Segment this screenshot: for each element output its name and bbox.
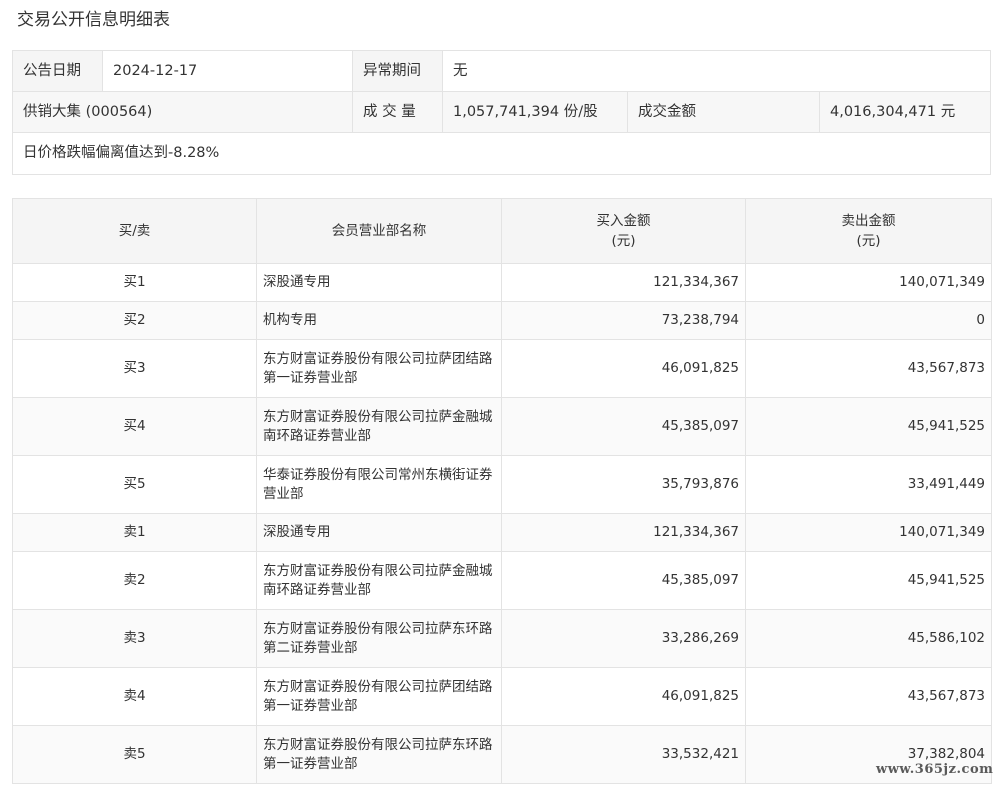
- table-header-row: 买/卖 会员营业部名称 买入金额 (元) 卖出金额 (元): [12, 198, 992, 264]
- table-row: 卖3 东方财富证券股份有限公司拉萨东环路第二证券营业部 33,286,269 4…: [12, 609, 992, 668]
- row-side: 买2: [12, 301, 257, 340]
- summary-row-stock: 供销大集 (000564) 成 交 量 1,057,741,394 份/股 成交…: [13, 92, 990, 133]
- row-sell-amount: 140,071,349: [745, 513, 992, 552]
- table-row: 买3 东方财富证券股份有限公司拉萨团结路第一证券营业部 46,091,825 4…: [12, 339, 992, 398]
- row-sell-amount: 45,941,525: [745, 397, 992, 456]
- row-buy-amount: 35,793,876: [501, 455, 746, 514]
- announce-date-label: 公告日期: [13, 51, 103, 91]
- row-broker: 东方财富证券股份有限公司拉萨团结路第一证券营业部: [256, 339, 502, 398]
- row-broker: 华泰证券股份有限公司常州东横街证券营业部: [256, 455, 502, 514]
- row-buy-amount: 33,532,421: [501, 725, 746, 784]
- row-broker: 东方财富证券股份有限公司拉萨东环路第二证券营业部: [256, 609, 502, 668]
- table-row: 买5 华泰证券股份有限公司常州东横街证券营业部 35,793,876 33,49…: [12, 455, 992, 514]
- row-side: 卖1: [12, 513, 257, 552]
- row-sell-amount: 140,071,349: [745, 263, 992, 302]
- header-sell-amount: 卖出金额 (元): [745, 198, 992, 264]
- table-row: 买2 机构专用 73,238,794 0: [12, 301, 992, 340]
- amount-value: 4,016,304,471 元: [830, 104, 956, 120]
- row-broker: 东方财富证券股份有限公司拉萨东环路第一证券营业部: [256, 725, 502, 784]
- header-buy-line1: 买入金额: [596, 213, 651, 229]
- header-buy-amount: 买入金额 (元): [501, 198, 746, 264]
- amount-label: 成交金额: [628, 92, 820, 132]
- header-broker: 会员营业部名称: [256, 198, 502, 264]
- row-sell-amount: 33,491,449: [745, 455, 992, 514]
- row-buy-amount: 73,238,794: [501, 301, 746, 340]
- row-broker: 东方财富证券股份有限公司拉萨金融城南环路证券营业部: [256, 551, 502, 610]
- row-buy-amount: 46,091,825: [501, 667, 746, 726]
- row-buy-amount: 33,286,269: [501, 609, 746, 668]
- row-sell-amount: 45,941,525: [745, 551, 992, 610]
- row-sell-amount: 45,586,102: [745, 609, 992, 668]
- summary-row-reason: 日价格跌幅偏离值达到-8.28%: [13, 133, 990, 174]
- row-sell-amount: 43,567,873: [745, 339, 992, 398]
- row-buy-amount: 45,385,097: [501, 397, 746, 456]
- header-sell-line2: (元): [856, 233, 881, 249]
- announce-date-value: 2024-12-17: [103, 51, 353, 91]
- page-title: 交易公开信息明细表: [17, 10, 170, 30]
- row-broker: 东方财富证券股份有限公司拉萨团结路第一证券营业部: [256, 667, 502, 726]
- header-side: 买/卖: [12, 198, 257, 264]
- header-buy-line2: (元): [611, 233, 636, 249]
- summary-info-block: 公告日期 2024-12-17 异常期间 无 供销大集 (000564) 成 交…: [12, 50, 991, 175]
- site-watermark: www.365jz.com: [876, 762, 994, 777]
- table-row: 卖1 深股通专用 121,334,367 140,071,349: [12, 513, 992, 552]
- table-row: 买4 东方财富证券股份有限公司拉萨金融城南环路证券营业部 45,385,097 …: [12, 397, 992, 456]
- row-broker: 深股通专用: [256, 513, 502, 552]
- volume-value: 1,057,741,394 份/股: [443, 92, 628, 132]
- header-sell-line1: 卖出金额: [841, 213, 896, 229]
- table-row: 买1 深股通专用 121,334,367 140,071,349: [12, 263, 992, 302]
- row-side: 买5: [12, 455, 257, 514]
- row-side: 买1: [12, 263, 257, 302]
- row-broker: 东方财富证券股份有限公司拉萨金融城南环路证券营业部: [256, 397, 502, 456]
- volume-label: 成 交 量: [353, 92, 443, 132]
- table-row: 卖4 东方财富证券股份有限公司拉萨团结路第一证券营业部 46,091,825 4…: [12, 667, 992, 726]
- broker-detail-table: 买/卖 会员营业部名称 买入金额 (元) 卖出金额 (元) 买1 深股通专用 1…: [12, 198, 992, 784]
- row-buy-amount: 45,385,097: [501, 551, 746, 610]
- row-buy-amount: 46,091,825: [501, 339, 746, 398]
- table-row: 卖5 东方财富证券股份有限公司拉萨东环路第一证券营业部 33,532,421 3…: [12, 725, 992, 784]
- summary-row-date: 公告日期 2024-12-17 异常期间 无: [13, 51, 990, 92]
- row-sell-amount: 0: [745, 301, 992, 340]
- row-buy-amount: 121,334,367: [501, 263, 746, 302]
- row-side: 买4: [12, 397, 257, 456]
- row-side: 卖2: [12, 551, 257, 610]
- row-side: 买3: [12, 339, 257, 398]
- row-broker: 机构专用: [256, 301, 502, 340]
- abnormal-period-label: 异常期间: [353, 51, 443, 91]
- row-buy-amount: 121,334,367: [501, 513, 746, 552]
- row-side: 卖4: [12, 667, 257, 726]
- row-side: 卖3: [12, 609, 257, 668]
- abnormal-period-value: 无: [453, 63, 468, 79]
- row-sell-amount: 43,567,873: [745, 667, 992, 726]
- table-row: 卖2 东方财富证券股份有限公司拉萨金融城南环路证券营业部 45,385,097 …: [12, 551, 992, 610]
- reason-text: 日价格跌幅偏离值达到-8.28%: [23, 145, 220, 161]
- stock-name: 供销大集 (000564): [13, 92, 353, 132]
- row-side: 卖5: [12, 725, 257, 784]
- row-broker: 深股通专用: [256, 263, 502, 302]
